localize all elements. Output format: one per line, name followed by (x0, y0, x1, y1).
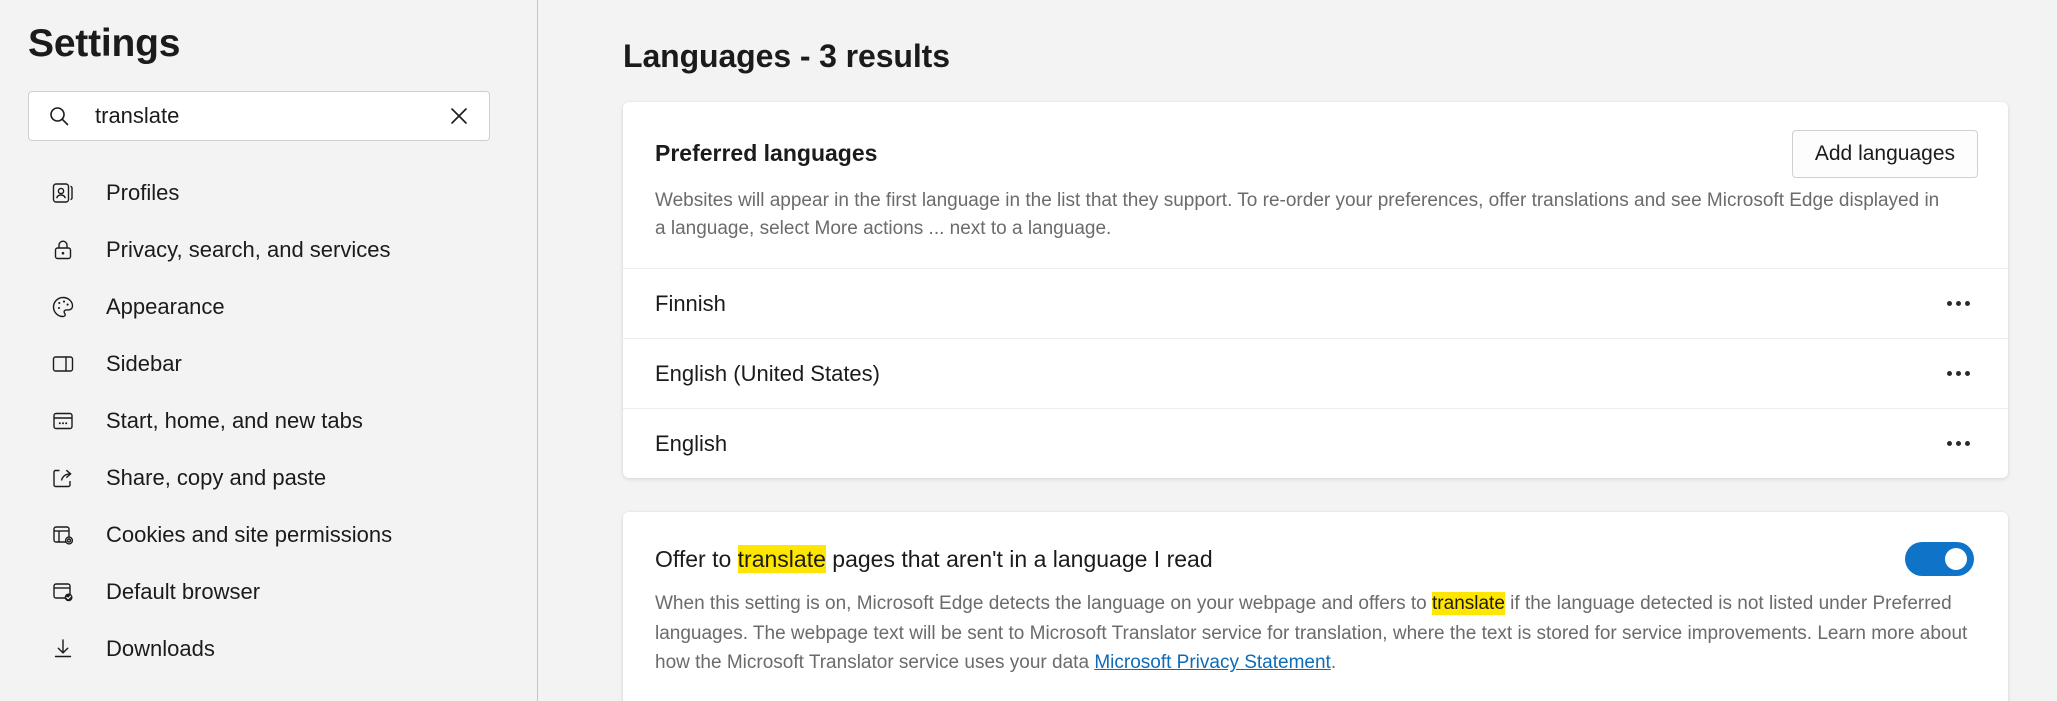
close-icon[interactable] (445, 102, 473, 130)
content-page-title: Languages - 3 results (623, 38, 950, 74)
add-languages-button[interactable]: Add languages (1791, 130, 1978, 178)
language-name: English (655, 430, 728, 456)
more-actions-icon[interactable] (1936, 352, 1980, 396)
search-settings-box[interactable] (28, 91, 490, 141)
more-actions-icon[interactable] (1936, 422, 1980, 466)
sidebar-item-profiles[interactable]: Profiles (0, 164, 537, 221)
sidebar-item-privacy-search-and-services[interactable]: Privacy, search, and services (0, 221, 537, 278)
sidebar-item-sidebar[interactable]: Sidebar (0, 335, 537, 392)
browser-check-icon (48, 577, 78, 607)
sidebar-item-downloads[interactable]: Downloads (0, 620, 537, 677)
browser-window-icon (48, 406, 78, 436)
settings-page: Settings translate Profiles Privacy, sea… (0, 0, 2057, 701)
download-arrow-icon (48, 634, 78, 664)
offer-to-translate-label: Offer to translate pages that aren't in … (655, 544, 1213, 575)
offer-to-translate-toggle[interactable] (1905, 542, 1974, 577)
sidebar-item-label: Profiles (106, 179, 180, 205)
desc-text-end: . (1330, 652, 1337, 674)
label-text-before: Offer to (655, 545, 738, 572)
share-icon (48, 463, 78, 493)
sidebar-item-start-home-and-new-tabs[interactable]: Start, home, and new tabs (0, 392, 537, 449)
label-text-after: pages that aren't in a language I read (825, 545, 1213, 572)
search-match-highlight: translate (1432, 592, 1505, 616)
sidebar-item-label: Privacy, search, and services (106, 236, 391, 262)
sidebar-item-label: Cookies and site permissions (106, 521, 393, 547)
sidebar-item-label: Sidebar (106, 350, 182, 376)
offer-to-translate-row: Offer to translate pages that aren't in … (623, 512, 2008, 577)
preferred-languages-title: Preferred languages (655, 140, 878, 166)
sidebar-panel-icon (48, 349, 78, 379)
language-name: Finnish (655, 290, 726, 316)
sidebar-item-appearance[interactable]: Appearance (0, 278, 537, 335)
offer-to-translate-card: Offer to translate pages that aren't in … (623, 512, 2008, 701)
palette-icon (48, 292, 78, 322)
sidebar-item-share-copy-and-paste[interactable]: Share, copy and paste (0, 449, 537, 506)
sidebar-item-label: Default browser (106, 578, 261, 604)
preferred-languages-card: Preferred languages Add languages Websit… (623, 102, 2008, 479)
page-title-settings: Settings (28, 22, 181, 65)
settings-sidebar: Settings translate Profiles Privacy, sea… (0, 0, 538, 701)
table-row[interactable]: English (United States) (623, 338, 2008, 408)
toggle-knob (1945, 548, 1967, 571)
sidebar-item-default-browser[interactable]: Default browser (0, 563, 537, 620)
sidebar-item-label: Start, home, and new tabs (106, 407, 363, 433)
language-name: English (United States) (655, 360, 880, 386)
preferred-languages-description: Websites will appear in the first langua… (655, 190, 1940, 239)
desc-text-before: When this setting is on, Microsoft Edge … (655, 593, 1433, 615)
settings-content: Languages - 3 results Preferred language… (538, 0, 2057, 701)
settings-nav: Profiles Privacy, search, and services A… (0, 164, 537, 677)
microsoft-privacy-statement-link[interactable]: Microsoft Privacy Statement (1094, 652, 1331, 673)
preferred-languages-header: Preferred languages Add languages (623, 102, 2008, 178)
sidebar-item-label: Appearance (106, 293, 225, 319)
search-match-highlight: translate (737, 544, 826, 573)
search-icon (47, 104, 71, 128)
offer-to-translate-description: When this setting is on, Microsoft Edge … (623, 576, 2008, 701)
table-row[interactable]: Finnish (623, 268, 2008, 338)
lock-icon (48, 235, 78, 265)
more-actions-icon[interactable] (1936, 282, 1980, 326)
sidebar-item-cookies-and-site-permissions[interactable]: Cookies and site permissions (0, 506, 537, 563)
profiles-icon (48, 178, 78, 208)
sidebar-item-label: Downloads (106, 635, 215, 661)
table-row[interactable]: English (623, 408, 2008, 478)
cookies-gear-icon (48, 520, 78, 550)
search-input[interactable] (95, 103, 445, 129)
sidebar-item-label: Share, copy and paste (106, 464, 327, 490)
